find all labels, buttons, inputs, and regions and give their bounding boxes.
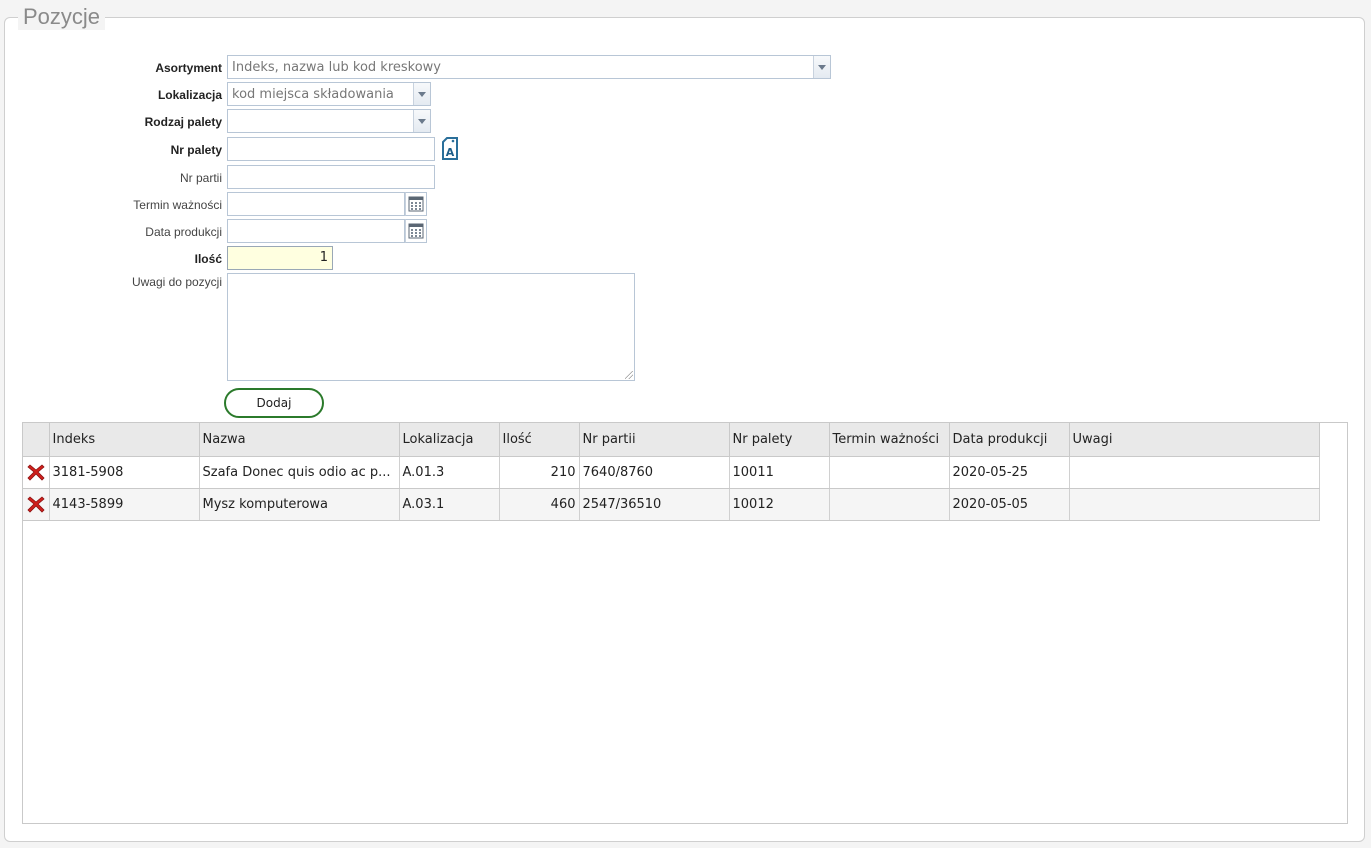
column-header-nazwa[interactable]: Nazwa bbox=[199, 423, 400, 457]
cell-indeks: 4143-5899 bbox=[49, 488, 200, 521]
add-button[interactable]: Dodaj bbox=[224, 388, 324, 418]
column-header-indeks[interactable]: Indeks bbox=[49, 423, 200, 457]
uwagi-label: Uwagi do pozycji bbox=[131, 275, 222, 289]
delete-cell[interactable] bbox=[23, 488, 50, 521]
delete-x-icon[interactable] bbox=[27, 463, 45, 481]
column-header-termin-waznosci[interactable]: Termin ważności bbox=[829, 423, 950, 457]
nr-partii-label: Nr partii bbox=[179, 171, 222, 185]
cell-termin-waznosci bbox=[829, 488, 950, 521]
termin-waznosci-calendar-button[interactable] bbox=[405, 192, 427, 216]
cell-nazwa: Szafa Donec quis odio ac p... bbox=[199, 456, 400, 489]
lokalizacja-dropdown-button[interactable] bbox=[413, 83, 430, 105]
column-header-uwagi[interactable]: Uwagi bbox=[1069, 423, 1320, 457]
svg-text:A: A bbox=[446, 146, 455, 159]
positions-table: Indeks Nazwa Lokalizacja Ilość Nr partii… bbox=[23, 423, 1320, 521]
cell-uwagi bbox=[1069, 456, 1320, 489]
cell-uwagi bbox=[1069, 488, 1320, 521]
section-title: Pozycje bbox=[18, 4, 106, 30]
calendar-icon bbox=[408, 223, 424, 239]
rodzaj-palety-label: Rodzaj palety bbox=[144, 115, 222, 129]
asortyment-combo[interactable]: Indeks, nazwa lub kod kreskowy bbox=[227, 55, 831, 79]
data-produkcji-calendar-button[interactable] bbox=[405, 219, 427, 243]
calendar-icon bbox=[408, 196, 424, 212]
delete-cell[interactable] bbox=[23, 456, 50, 489]
uwagi-textarea[interactable] bbox=[227, 273, 635, 381]
positions-grid: Indeks Nazwa Lokalizacja Ilość Nr partii… bbox=[22, 422, 1348, 824]
pallet-label-icon[interactable]: A bbox=[440, 137, 460, 161]
column-header-nr-partii[interactable]: Nr partii bbox=[579, 423, 730, 457]
lokalizacja-combo[interactable]: kod miejsca składowania bbox=[227, 82, 431, 106]
cell-indeks: 3181-5908 bbox=[49, 456, 200, 489]
cell-nazwa: Mysz komputerowa bbox=[199, 488, 400, 521]
column-header-nr-palety[interactable]: Nr palety bbox=[729, 423, 830, 457]
cell-ilosc: 210 bbox=[499, 456, 580, 489]
resize-grip-icon[interactable] bbox=[625, 371, 633, 379]
cell-data-produkcji: 2020-05-25 bbox=[949, 456, 1070, 489]
data-produkcji-label: Data produkcji bbox=[145, 225, 222, 239]
ilosc-label: Ilość bbox=[194, 252, 222, 266]
cell-ilosc: 460 bbox=[499, 488, 580, 521]
cell-nr-palety: 10012 bbox=[729, 488, 830, 521]
cell-nr-partii: 2547/36510 bbox=[579, 488, 730, 521]
lokalizacja-placeholder: kod miejsca składowania bbox=[232, 86, 394, 102]
chevron-down-icon bbox=[418, 91, 426, 97]
nr-partii-input[interactable] bbox=[227, 165, 435, 189]
column-header-lokalizacja[interactable]: Lokalizacja bbox=[399, 423, 500, 457]
delete-x-icon[interactable] bbox=[27, 495, 45, 513]
column-header-actions bbox=[23, 423, 50, 457]
lokalizacja-label: Lokalizacja bbox=[157, 88, 222, 102]
cell-nr-palety: 10011 bbox=[729, 456, 830, 489]
chevron-down-icon bbox=[418, 118, 426, 124]
table-row[interactable]: 3181-5908 Szafa Donec quis odio ac p... … bbox=[23, 456, 1320, 489]
ilosc-input[interactable]: 1 bbox=[227, 246, 333, 270]
cell-nr-partii: 7640/8760 bbox=[579, 456, 730, 489]
table-row[interactable]: 4143-5899 Mysz komputerowa A.03.1 460 25… bbox=[23, 488, 1320, 521]
cell-lokalizacja: A.01.3 bbox=[399, 456, 500, 489]
table-header: Indeks Nazwa Lokalizacja Ilość Nr partii… bbox=[23, 423, 1320, 457]
asortyment-dropdown-button[interactable] bbox=[813, 56, 830, 78]
cell-termin-waznosci bbox=[829, 456, 950, 489]
cell-data-produkcji: 2020-05-05 bbox=[949, 488, 1070, 521]
asortyment-label: Asortyment bbox=[155, 61, 222, 75]
cell-lokalizacja: A.03.1 bbox=[399, 488, 500, 521]
nr-palety-label: Nr palety bbox=[170, 143, 222, 157]
nr-palety-input[interactable] bbox=[227, 137, 435, 161]
data-produkcji-input[interactable] bbox=[227, 219, 405, 243]
chevron-down-icon bbox=[818, 64, 826, 70]
column-header-data-produkcji[interactable]: Data produkcji bbox=[949, 423, 1070, 457]
termin-waznosci-label: Termin ważności bbox=[133, 198, 222, 212]
column-header-ilosc[interactable]: Ilość bbox=[499, 423, 580, 457]
asortyment-placeholder: Indeks, nazwa lub kod kreskowy bbox=[232, 59, 441, 75]
termin-waznosci-input[interactable] bbox=[227, 192, 405, 216]
rodzaj-palety-combo[interactable] bbox=[227, 109, 431, 133]
rodzaj-palety-dropdown-button[interactable] bbox=[413, 110, 430, 132]
